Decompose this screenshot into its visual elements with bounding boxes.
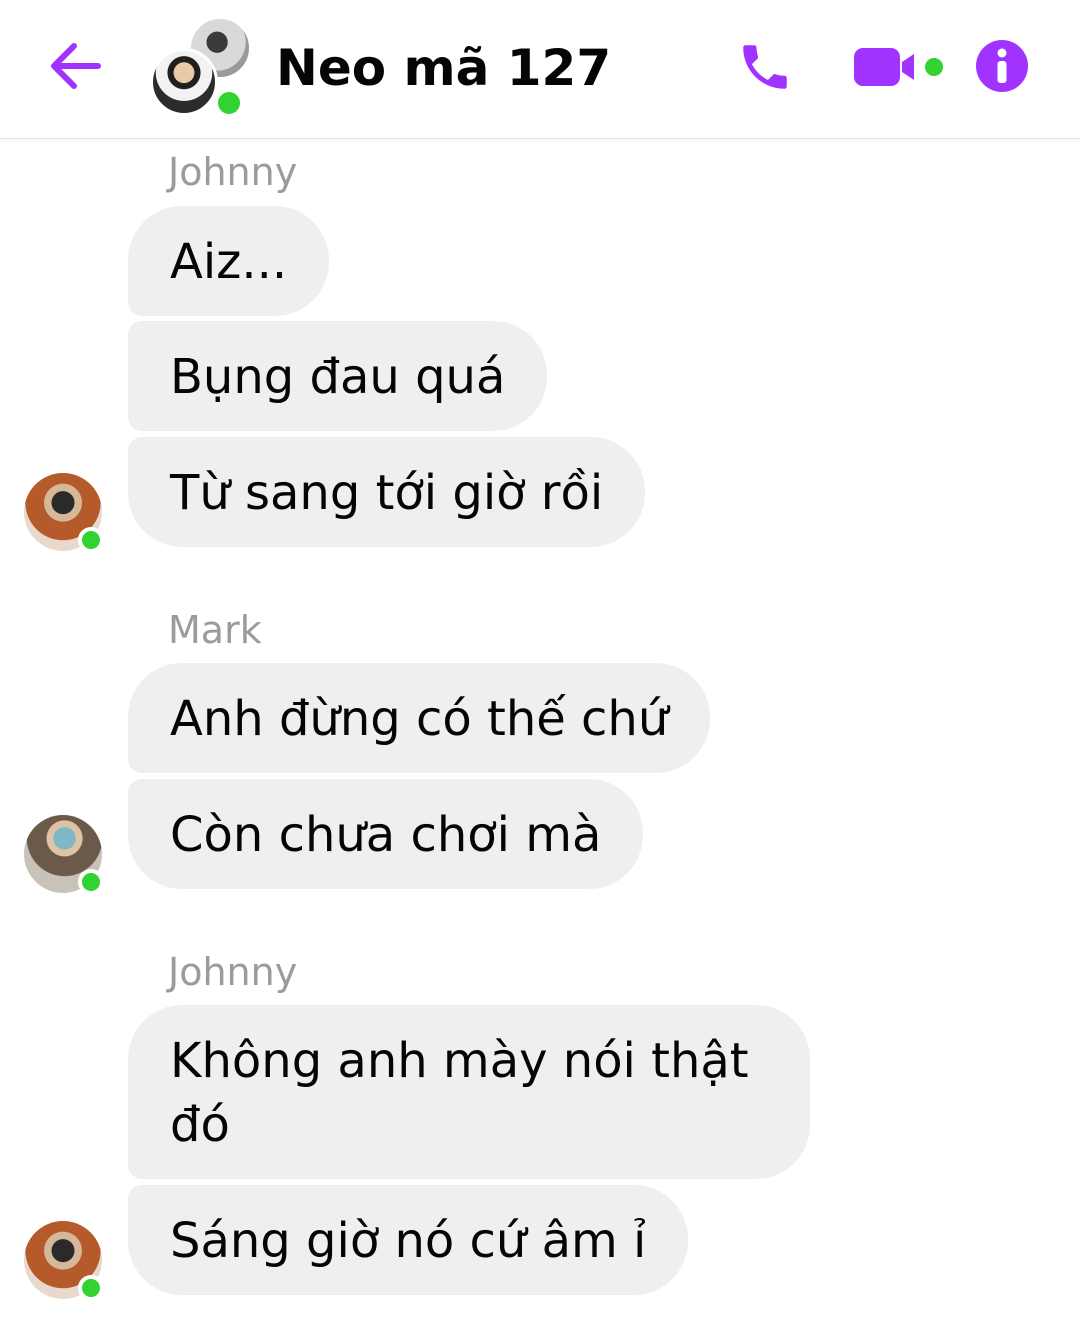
info-button[interactable] [974, 38, 1030, 94]
message-bubble[interactable]: Aiz... [128, 206, 330, 316]
chat-title[interactable]: Neo mã 127 [276, 36, 611, 100]
message-bubble[interactable]: Còn chưa chơi mà [128, 779, 644, 889]
online-indicator [78, 1275, 104, 1301]
back-arrow-icon [51, 43, 101, 89]
voice-call-button[interactable] [736, 38, 794, 96]
info-icon [976, 40, 1028, 92]
chat-header: Neo mã 127 [0, 0, 1080, 139]
back-button[interactable] [44, 36, 108, 96]
video-call-button[interactable] [852, 44, 946, 90]
sender-avatar[interactable] [24, 815, 104, 895]
sender-avatar[interactable] [24, 473, 104, 553]
member-avatar [150, 48, 218, 116]
sender-name: Johnny [168, 150, 298, 194]
phone-icon [743, 45, 787, 89]
message-bubble[interactable]: Bụng đau quá [128, 321, 548, 431]
online-indicator [78, 527, 104, 553]
message-bubble[interactable]: Từ sang tới giờ rồi [128, 437, 646, 547]
online-indicator [78, 869, 104, 895]
chat-screen: Neo mã 127 Johnny Aiz... Bụng đau quá Từ… [0, 0, 1080, 1321]
message-bubble[interactable]: Sáng giờ nó cứ âm ỉ [128, 1185, 689, 1295]
message-bubble[interactable]: Anh đừng có thế chứ [128, 663, 711, 773]
video-camera-icon [854, 48, 943, 86]
sender-avatar[interactable] [24, 1221, 104, 1301]
message-bubble[interactable]: Không anh mày nói thật đó [128, 1005, 810, 1179]
online-indicator [214, 88, 244, 118]
sender-name: Johnny [168, 950, 298, 994]
sender-name: Mark [168, 608, 262, 652]
